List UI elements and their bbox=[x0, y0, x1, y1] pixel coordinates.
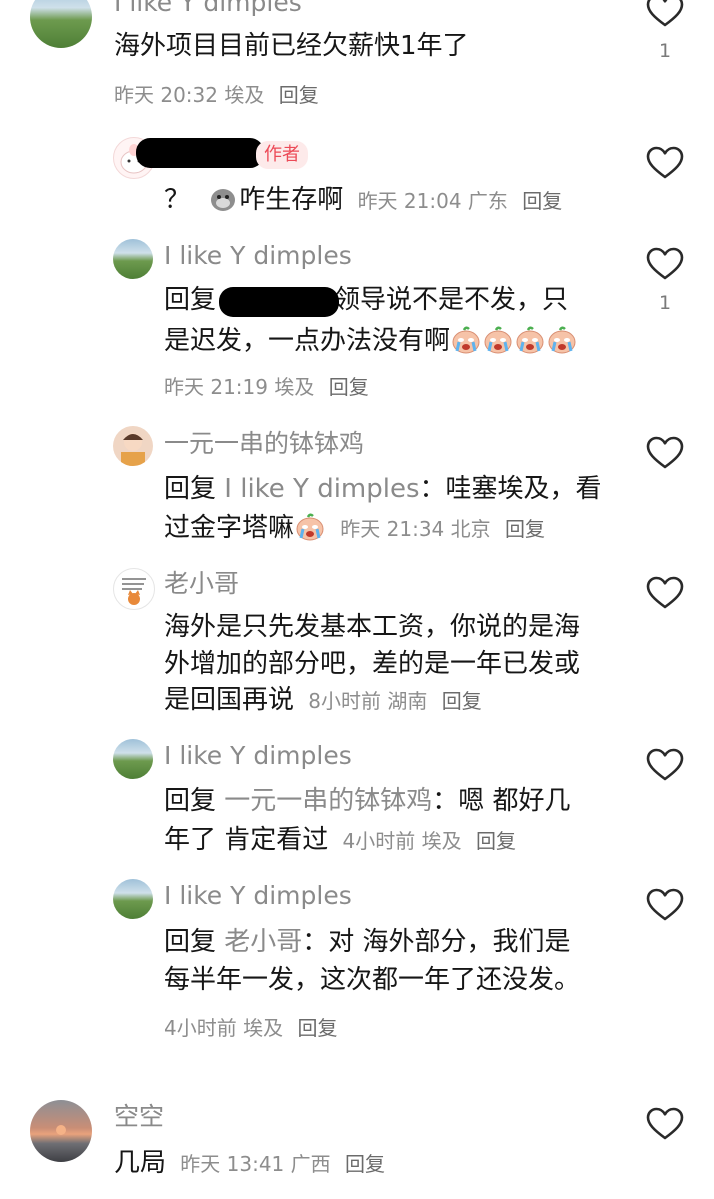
comment-time: 昨天 13:41 bbox=[180, 1152, 285, 1176]
comment-text-line1: ：嗯 都好几 bbox=[432, 786, 571, 816]
comment-text-line3: 是回国再说 bbox=[164, 685, 295, 715]
comment-location: 埃及 bbox=[224, 83, 265, 107]
like-count: 1 bbox=[658, 40, 672, 62]
reply-target-username[interactable]: 一元一串的钵钵鸡 bbox=[224, 786, 432, 816]
crying-emoji-icon bbox=[295, 512, 325, 542]
heart-outline-icon[interactable] bbox=[646, 0, 684, 28]
crying-emoji-icon bbox=[515, 325, 545, 355]
comment-text: 海外是只先发基本工资，你说的是海 bbox=[164, 612, 581, 642]
comment-location: 埃及 bbox=[274, 375, 315, 399]
comment-text: 几局 昨天 13:41 广西 回复 bbox=[114, 1145, 385, 1182]
comment-meta: 4小时前 埃及 回复 bbox=[164, 1012, 337, 1041]
comment-text: 回复 I like Y dimples：哇塞埃及，看 bbox=[164, 471, 602, 507]
comment-username[interactable]: 一元一串的钵钵鸡 bbox=[164, 431, 364, 456]
comment-text-main: 咋生存啊 bbox=[239, 185, 344, 215]
heart-outline-icon[interactable] bbox=[646, 247, 684, 281]
comment-time: 昨天 21:34 bbox=[340, 517, 445, 541]
comment-location: 湖南 bbox=[387, 689, 428, 713]
comment-text: 是回国再说 8小时前 湖南 回复 bbox=[164, 682, 482, 719]
avatar[interactable] bbox=[113, 239, 153, 279]
heart-outline-icon[interactable] bbox=[646, 748, 684, 782]
comment-username[interactable]: I like Y dimples bbox=[164, 743, 352, 768]
comment-text: 每半年一发，这次都一年了还没发。 bbox=[164, 965, 581, 995]
comment-time: 昨天 21:19 bbox=[164, 375, 268, 399]
avatar[interactable] bbox=[30, 1100, 92, 1162]
comment-meta: 昨天 21:19 埃及 回复 bbox=[164, 371, 369, 400]
comment-text-prefix: ？ bbox=[164, 185, 191, 215]
comment-time: 昨天 21:04 bbox=[357, 189, 462, 213]
reply-prefix: 回复 bbox=[164, 927, 217, 957]
comment-text-line1: ：哇塞埃及，看 bbox=[419, 474, 602, 504]
reply-prefix: 回复 bbox=[164, 786, 217, 816]
comment-location: 广东 bbox=[467, 189, 508, 213]
comment-text-line1: ：对 海外部分，我们是 bbox=[302, 927, 571, 957]
reply-button[interactable]: 回复 bbox=[442, 689, 482, 713]
like-count: 1 bbox=[658, 292, 672, 314]
reply-target-username[interactable]: I like Y dimples bbox=[224, 474, 419, 504]
comment-text: 回复 一元一串的钵钵鸡：嗯 都好几 bbox=[164, 783, 571, 819]
reply-button[interactable]: 回复 bbox=[297, 1016, 337, 1040]
redacted-reply-target bbox=[219, 287, 339, 317]
comment-text: ？ 咋生存啊 昨天 21:04 广东 回复 bbox=[164, 182, 562, 219]
comment-text-main: 几局 bbox=[114, 1148, 167, 1178]
author-badge: 作者 bbox=[256, 141, 308, 169]
comment-text: 是迟发，一点办法没有啊 bbox=[164, 323, 578, 359]
crying-emoji-icon bbox=[547, 325, 577, 355]
comment-time: 8小时前 bbox=[308, 689, 382, 713]
comment-text-line1: 领导说不是不发，只 bbox=[334, 285, 569, 315]
comment-location: 埃及 bbox=[243, 1016, 284, 1040]
avatar[interactable] bbox=[113, 879, 153, 919]
comment-location: 北京 bbox=[450, 517, 491, 541]
avatar[interactable] bbox=[113, 739, 153, 779]
reply-button[interactable]: 回复 bbox=[505, 517, 545, 541]
heart-outline-icon[interactable] bbox=[646, 436, 684, 470]
reply-button[interactable]: 回复 bbox=[476, 829, 516, 853]
comment-username[interactable]: I like Y dimples bbox=[114, 0, 302, 15]
comment-text-line2: 过金字塔嘛 bbox=[164, 513, 295, 543]
avatar[interactable] bbox=[30, 0, 92, 48]
comment-location: 广西 bbox=[290, 1152, 331, 1176]
comment-text: 海外项目目前已经欠薪快1年了 bbox=[114, 31, 469, 61]
crying-emoji-icon bbox=[483, 325, 513, 355]
reply-prefix: 回复 bbox=[164, 474, 217, 504]
comment-meta: 昨天 20:32 埃及 回复 bbox=[114, 79, 319, 108]
comment-location: 埃及 bbox=[421, 829, 462, 853]
comment-username[interactable]: I like Y dimples bbox=[164, 243, 352, 268]
comment-text-line2: 年了 肯定看过 bbox=[164, 825, 329, 855]
redacted-username bbox=[136, 138, 264, 168]
comment-username[interactable]: 老小哥 bbox=[164, 571, 239, 596]
reply-button[interactable]: 回复 bbox=[329, 375, 369, 399]
heart-outline-icon[interactable] bbox=[646, 146, 684, 180]
heart-outline-icon[interactable] bbox=[646, 576, 684, 610]
comment-text: 外增加的部分吧，差的是一年已发或 bbox=[164, 649, 581, 679]
comment-text: 过金字塔嘛 昨天 21:34 北京 回复 bbox=[164, 510, 545, 547]
reply-button[interactable]: 回复 bbox=[279, 83, 319, 107]
comment-time: 4小时前 bbox=[342, 829, 416, 853]
avatar[interactable] bbox=[113, 568, 155, 610]
heart-outline-icon[interactable] bbox=[646, 1107, 684, 1141]
comment-time: 昨天 20:32 bbox=[114, 83, 218, 107]
comment-username[interactable]: 空空 bbox=[114, 1104, 164, 1129]
dog-emoji-icon bbox=[211, 189, 236, 211]
avatar[interactable] bbox=[113, 426, 153, 466]
reply-button[interactable]: 回复 bbox=[522, 189, 562, 213]
comment-text-line2: 是迟发，一点办法没有啊 bbox=[164, 326, 451, 356]
crying-emoji-icon bbox=[451, 325, 481, 355]
comment-time: 4小时前 bbox=[164, 1016, 237, 1040]
comment-text: 回复 老小哥：对 海外部分，我们是 bbox=[164, 924, 571, 960]
reply-prefix: 回复 bbox=[164, 285, 217, 315]
heart-outline-icon[interactable] bbox=[646, 888, 684, 922]
comment-username[interactable]: I like Y dimples bbox=[164, 883, 352, 908]
comment-text: 年了 肯定看过 4小时前 埃及 回复 bbox=[164, 822, 516, 859]
reply-target-username[interactable]: 老小哥 bbox=[224, 927, 302, 957]
reply-button[interactable]: 回复 bbox=[345, 1152, 385, 1176]
